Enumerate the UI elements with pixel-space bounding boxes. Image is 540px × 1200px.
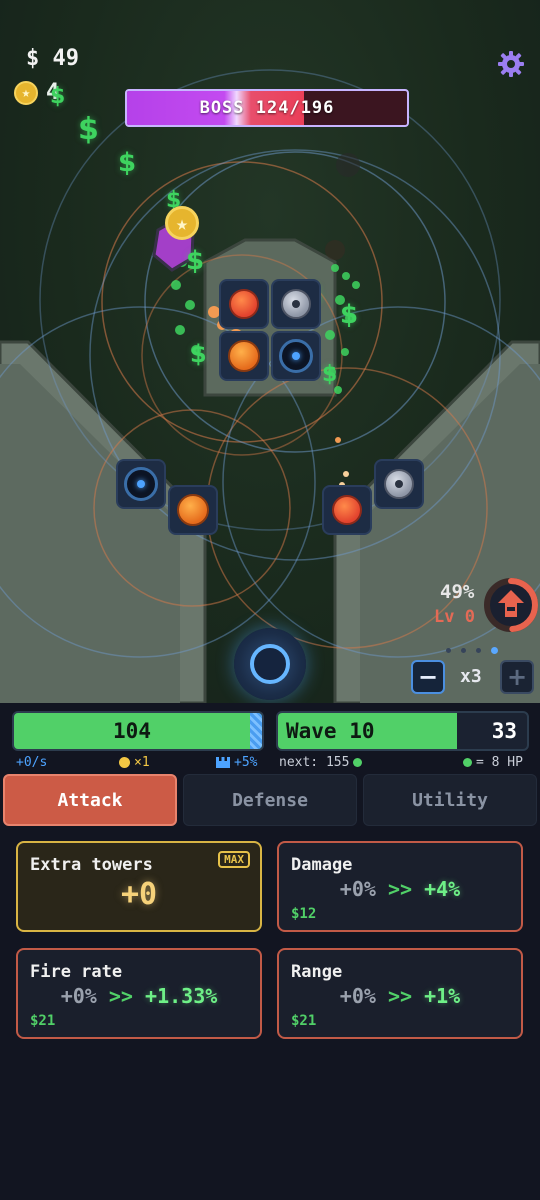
page-dot bbox=[446, 648, 451, 653]
upgrade-extra-towers[interactable]: Extra towers MAX +0 bbox=[16, 841, 262, 932]
star-icon[interactable]: ★ bbox=[165, 206, 199, 240]
shield-cap bbox=[250, 713, 262, 749]
category-tabs: Attack Defense Utility bbox=[3, 774, 537, 826]
upgrade-change: +0% >> +1% bbox=[279, 984, 521, 1008]
wall-bonus-value: +5% bbox=[234, 755, 258, 770]
upgrade-current: +0% bbox=[339, 984, 376, 1008]
wall-bonus: +5% bbox=[216, 755, 257, 770]
upgrade-arrow: >> bbox=[387, 877, 413, 901]
tab-utility[interactable]: Utility bbox=[363, 774, 537, 826]
tower-fire[interactable] bbox=[322, 485, 372, 535]
stats-row: +0/s ×1 +5% next: 155 = 8 HP bbox=[0, 755, 540, 775]
wave-enemy-count: 33 bbox=[491, 719, 517, 743]
orb-conversion-value: = 8 HP bbox=[476, 755, 523, 770]
upgrade-cost: $12 bbox=[291, 906, 317, 922]
upgrade-arrow: >> bbox=[387, 984, 413, 1008]
upgrade-title: Fire rate bbox=[30, 962, 123, 982]
speed-increase-button[interactable]: + bbox=[500, 660, 534, 694]
upgrade-title: Extra towers bbox=[30, 855, 153, 875]
upgrade-title: Damage bbox=[291, 855, 353, 875]
upgrade-range[interactable]: Range +0% >> +1% $21 bbox=[277, 948, 523, 1039]
dollar-pickup: $ bbox=[118, 148, 137, 178]
page-dot bbox=[476, 648, 481, 653]
player-core[interactable] bbox=[234, 628, 306, 700]
upgrade-change: +0% >> +4% bbox=[279, 877, 521, 901]
upgrade-value: +0 bbox=[120, 877, 158, 912]
coin-icon bbox=[119, 757, 130, 768]
green-orb-icon bbox=[463, 758, 472, 767]
orb-conversion: = 8 HP bbox=[463, 755, 523, 770]
tower-cannon[interactable] bbox=[271, 279, 321, 329]
tower-flame[interactable] bbox=[219, 331, 269, 381]
boss-health-bar: BOSS 124/196 bbox=[125, 89, 409, 127]
upgrade-cost: $21 bbox=[30, 1013, 56, 1029]
speed-decrease-button[interactable]: − bbox=[411, 660, 445, 694]
dollar-pickup: $ bbox=[340, 300, 359, 330]
dollar-pickup: $ bbox=[78, 112, 99, 147]
money-counter: $ 49 bbox=[26, 46, 79, 71]
gear-icon[interactable] bbox=[498, 51, 524, 77]
wall-icon bbox=[216, 757, 230, 768]
wave-bar: Wave 10 33 bbox=[276, 711, 529, 751]
upgrade-change: +0% >> +1.33% bbox=[18, 984, 260, 1008]
upgrade-damage[interactable]: Damage +0% >> +4% $12 bbox=[277, 841, 523, 932]
upgrade-arrow: >> bbox=[108, 984, 133, 1008]
next-threshold-value: next: 155 bbox=[279, 755, 350, 770]
health-value: 104 bbox=[113, 719, 151, 743]
star-icon: ★ bbox=[14, 80, 38, 105]
income-rate: +0/s bbox=[16, 755, 48, 770]
tower-cannon[interactable] bbox=[374, 459, 424, 509]
game-field[interactable]: $ 49 ★ 4 BOSS 124/196 $ $ $ $ $ $ $ $ $ … bbox=[0, 0, 540, 703]
boss-health-label: BOSS 124/196 bbox=[199, 98, 335, 118]
tower-radar[interactable] bbox=[116, 459, 166, 509]
upgrade-next: +1.33% bbox=[145, 984, 218, 1008]
max-badge: MAX bbox=[218, 851, 250, 868]
upgrade-next: +4% bbox=[424, 877, 461, 901]
upgrade-next: +1% bbox=[424, 984, 461, 1008]
tower-fire[interactable] bbox=[219, 279, 269, 329]
coin-multiplier-value: ×1 bbox=[134, 755, 150, 770]
page-dot bbox=[461, 648, 466, 653]
dollar-pickup: $ bbox=[322, 362, 338, 387]
green-orb-icon bbox=[353, 758, 363, 767]
speed-value: x3 bbox=[460, 666, 482, 687]
tab-attack[interactable]: Attack bbox=[3, 774, 177, 826]
dollar-pickup: $ bbox=[186, 246, 205, 276]
page-dot bbox=[491, 647, 498, 654]
dollar-pickup: $ bbox=[190, 340, 207, 368]
tower-radar[interactable] bbox=[271, 331, 321, 381]
wave-label: Wave 10 bbox=[286, 719, 375, 743]
boost-level: Lv 0 bbox=[434, 607, 475, 627]
boost-button[interactable] bbox=[482, 575, 540, 635]
upgrade-fire-rate[interactable]: Fire rate +0% >> +1.33% $21 bbox=[16, 948, 262, 1039]
upgrade-title: Range bbox=[291, 962, 343, 982]
health-bar: 104 bbox=[12, 711, 264, 751]
boost-percent: 49% bbox=[440, 581, 475, 603]
tab-defense[interactable]: Defense bbox=[183, 774, 357, 826]
dollar-pickup: $ bbox=[50, 84, 66, 109]
page-dots bbox=[446, 647, 498, 654]
upgrade-panel: 104 Wave 10 33 +0/s ×1 +5% next: 155 = 8… bbox=[0, 703, 540, 1200]
upgrade-current: +0% bbox=[339, 877, 376, 901]
tower-flame[interactable] bbox=[168, 485, 218, 535]
upgrade-cost: $21 bbox=[291, 1013, 317, 1029]
next-threshold: next: 155 bbox=[279, 755, 363, 770]
coin-multiplier: ×1 bbox=[119, 755, 150, 770]
upgrade-current: +0% bbox=[60, 984, 97, 1008]
